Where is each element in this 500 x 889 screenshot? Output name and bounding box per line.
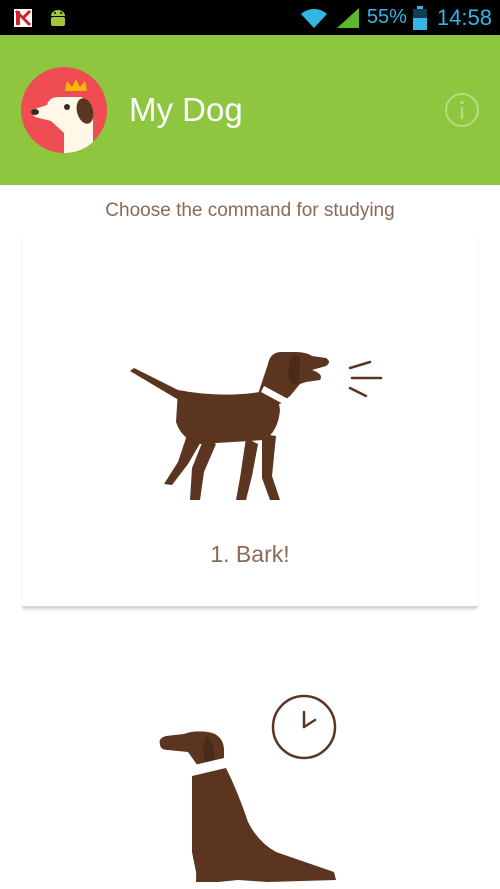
app-title: My Dog <box>129 91 243 128</box>
android-debug-icon <box>51 9 65 26</box>
battery-percent: 55% <box>366 6 407 28</box>
command-label: 1. Bark! <box>210 541 290 567</box>
battery-icon <box>412 5 427 30</box>
page-subtitle: Choose the command for studying <box>105 200 395 221</box>
command-card-bark[interactable]: 1. Bark! <box>22 235 478 608</box>
info-icon[interactable] <box>444 92 480 128</box>
dog-avatar-icon <box>21 67 107 153</box>
sitting-dog-clock-icon <box>159 694 337 882</box>
signal-icon <box>336 7 359 28</box>
clock: 14:58 <box>436 4 492 30</box>
wifi-icon <box>300 8 327 28</box>
app-bar: My Dog <box>0 35 500 185</box>
kaspersky-icon <box>14 8 32 27</box>
barking-dog-icon <box>130 352 383 500</box>
status-bar: 55% 14:58 <box>0 0 500 35</box>
command-card-sit[interactable] <box>22 630 478 889</box>
